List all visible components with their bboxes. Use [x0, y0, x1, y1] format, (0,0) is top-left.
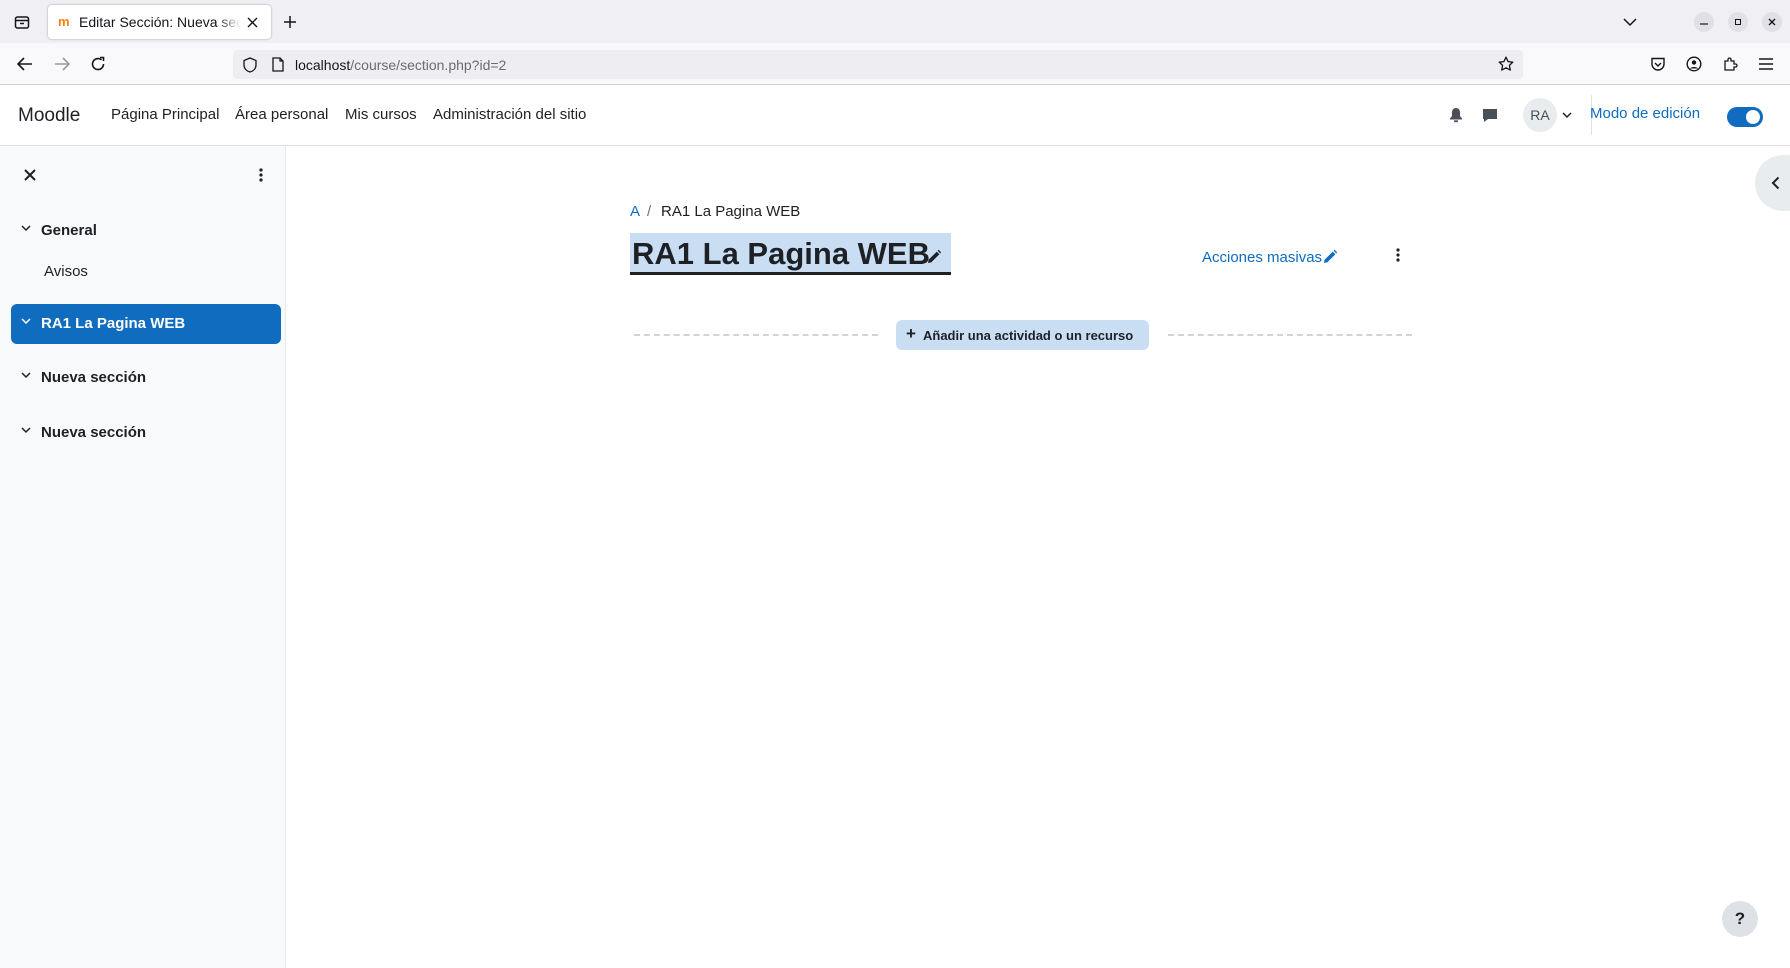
- breadcrumb-separator: /: [647, 203, 652, 220]
- breadcrumb-course[interactable]: A: [630, 203, 640, 220]
- address-bar[interactable]: localhost/course/section.php?id=2: [233, 50, 1523, 79]
- moodle-favicon-icon: m: [58, 14, 70, 29]
- nav-home[interactable]: Página Principal: [111, 106, 219, 123]
- divider-left: [634, 334, 878, 336]
- list-all-tabs-icon[interactable]: [1620, 12, 1640, 32]
- minimize-window-icon[interactable]: [1694, 12, 1714, 32]
- url-text: localhost/course/section.php?id=2: [295, 57, 507, 73]
- chevron-down-icon[interactable]: [21, 427, 31, 434]
- nav-dashboard[interactable]: Área personal: [235, 106, 328, 123]
- drawer-options-icon[interactable]: [252, 166, 270, 184]
- shield-icon[interactable]: [241, 56, 258, 73]
- close-drawer-icon[interactable]: [21, 166, 39, 184]
- section-title-editable[interactable]: RA1 La Pagina WEB: [630, 233, 951, 275]
- divider-right: [1168, 334, 1412, 336]
- open-block-drawer-button[interactable]: [1755, 155, 1790, 211]
- close-window-icon[interactable]: [1762, 12, 1782, 32]
- forward-icon[interactable]: [52, 54, 72, 74]
- add-activity-label: Añadir una actividad o un recurso: [923, 328, 1134, 343]
- section-label: RA1 La Pagina WEB: [41, 315, 186, 332]
- user-avatar[interactable]: RA: [1523, 98, 1557, 132]
- section-label: General: [41, 222, 97, 239]
- bookmark-star-icon[interactable]: [1497, 55, 1515, 73]
- reload-icon[interactable]: [88, 54, 108, 74]
- notifications-bell-icon[interactable]: [1447, 106, 1465, 124]
- bulk-actions-link[interactable]: Acciones masivas: [1202, 249, 1322, 266]
- site-brand[interactable]: Moodle: [18, 105, 80, 127]
- chevron-down-icon[interactable]: [21, 318, 31, 325]
- course-index-section-general[interactable]: General: [11, 211, 281, 251]
- moodle-navbar: Moodle Página Principal Área personal Mi…: [0, 85, 1790, 146]
- course-index-item-avisos[interactable]: Avisos: [44, 263, 88, 280]
- restore-window-icon[interactable]: [1728, 12, 1748, 32]
- back-icon[interactable]: [15, 54, 35, 74]
- page-title[interactable]: RA1 La Pagina WEB: [632, 236, 930, 272]
- browser-tab-bar: m Editar Sección: Nueva sección: [0, 0, 1790, 43]
- course-index-section-nueva-2[interactable]: Nueva sección: [11, 413, 281, 453]
- help-button[interactable]: ?: [1722, 901, 1758, 937]
- chevron-down-icon[interactable]: [21, 372, 31, 379]
- section-actions-menu-icon[interactable]: [1389, 246, 1407, 264]
- user-menu-chevron-icon[interactable]: [1561, 110, 1573, 120]
- tab-title: Editar Sección: Nueva sección: [79, 14, 241, 30]
- section-label: Nueva sección: [41, 424, 147, 441]
- course-index-section-ra1[interactable]: RA1 La Pagina WEB: [11, 304, 281, 344]
- course-index-drawer: General Avisos RA1 La Pagina WEB Nueva s…: [0, 146, 286, 968]
- close-tab-icon[interactable]: [244, 14, 260, 30]
- edit-mode-toggle[interactable]: [1727, 107, 1763, 127]
- account-icon[interactable]: [1684, 54, 1704, 74]
- plus-icon: +: [906, 324, 916, 343]
- extensions-icon[interactable]: [1720, 54, 1740, 74]
- browser-toolbar: localhost/course/section.php?id=2: [0, 43, 1790, 85]
- page-info-icon[interactable]: [269, 56, 286, 73]
- bulk-edit-pencil-icon[interactable]: [1321, 248, 1339, 266]
- pocket-icon[interactable]: [1648, 54, 1668, 74]
- chevron-down-icon[interactable]: [21, 225, 31, 232]
- edit-mode-label[interactable]: Modo de edición: [1590, 105, 1700, 122]
- chevron-left-icon: [1768, 175, 1782, 191]
- add-activity-button[interactable]: + Añadir una actividad o un recurso: [896, 320, 1149, 350]
- tab-list-icon[interactable]: [12, 12, 32, 32]
- messages-icon[interactable]: [1481, 106, 1499, 124]
- section-label: Nueva sección: [41, 369, 147, 386]
- breadcrumb-current: RA1 La Pagina WEB: [661, 203, 801, 220]
- pencil-icon[interactable]: [925, 248, 943, 266]
- nav-my-courses[interactable]: Mis cursos: [345, 106, 417, 123]
- browser-tab-active[interactable]: m Editar Sección: Nueva sección: [48, 5, 271, 39]
- new-tab-icon[interactable]: [280, 12, 300, 32]
- nav-site-admin[interactable]: Administración del sitio: [433, 106, 586, 123]
- app-menu-icon[interactable]: [1756, 54, 1776, 74]
- course-index-section-nueva-1[interactable]: Nueva sección: [11, 358, 281, 398]
